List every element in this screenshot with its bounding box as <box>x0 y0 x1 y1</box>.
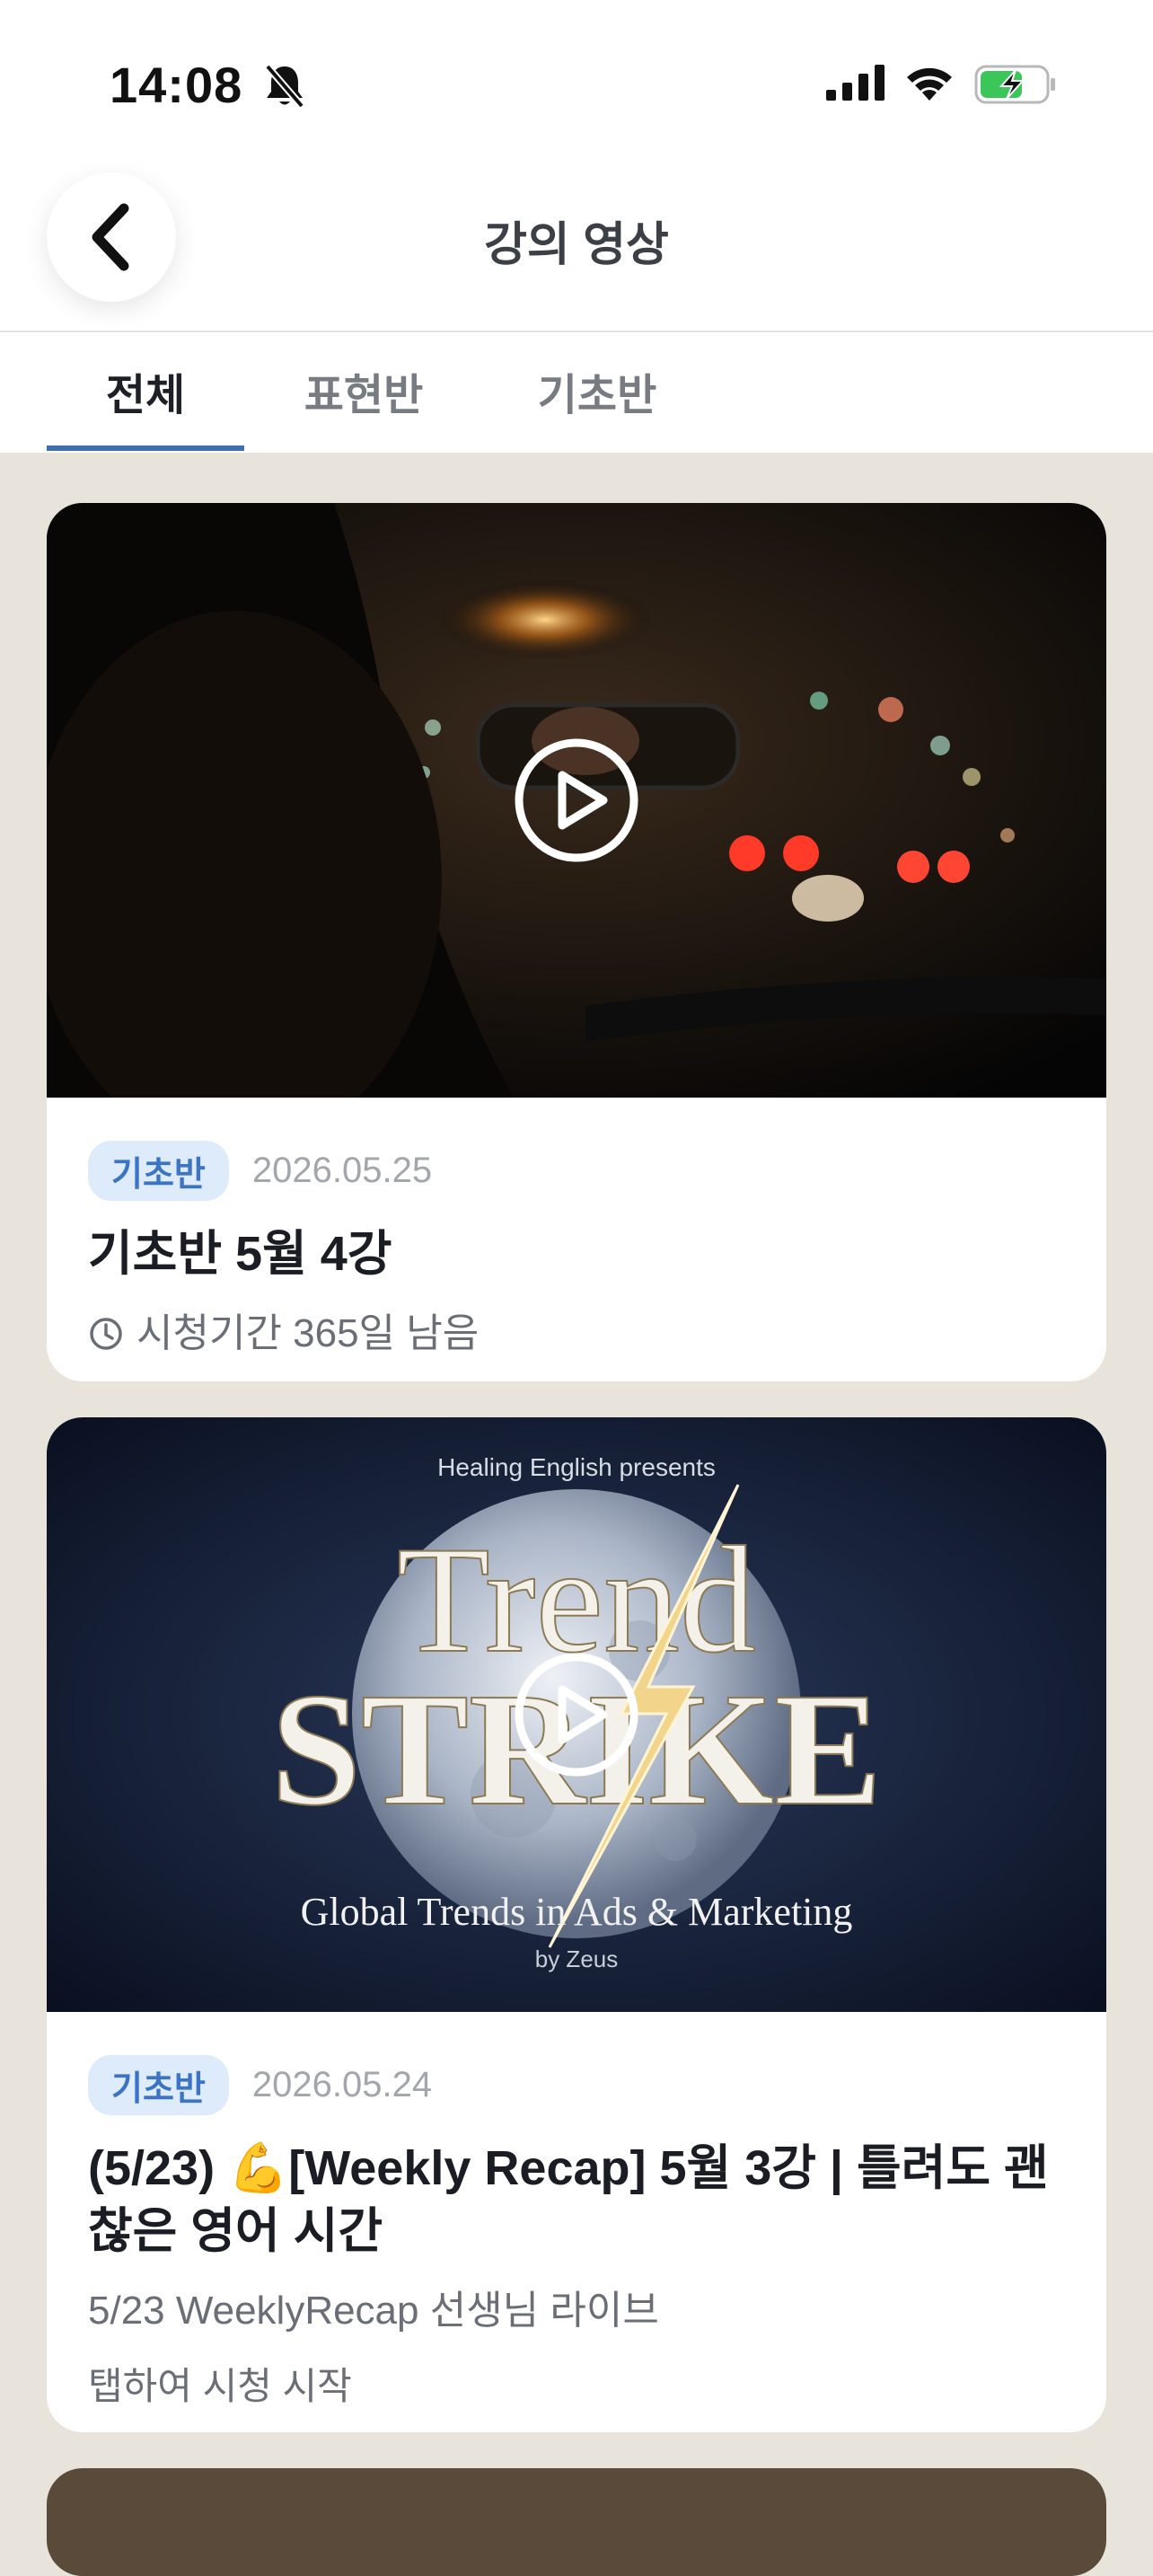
upload-date: 2026.05.24 <box>251 2065 433 2104</box>
poster-presents-text: Healing English presents <box>437 1453 716 1481</box>
tab-expression-class[interactable]: 표현반 <box>278 359 449 453</box>
category-tabs: 전체 표현반 기초반 <box>0 332 1153 453</box>
video-title: 기초반 5월 4강 <box>88 1227 392 1281</box>
poster-tagline: Global Trends in Ads & Marketing <box>301 1890 853 1934</box>
battery-charging-icon <box>974 65 1055 104</box>
video-card[interactable] <box>47 2468 1106 2576</box>
tap-to-play-hint: 탭하여 시청 시작 <box>88 2365 352 2407</box>
video-title: (5/23) 💪[Weekly Recap] 5월 3강 | 틀려도 괜찮은 영… <box>88 2141 1049 2258</box>
navigation-bar: 강의 영상 <box>0 135 1153 332</box>
play-icon[interactable] <box>512 736 641 865</box>
class-badge: 기초반 <box>88 2055 229 2115</box>
page-title: 강의 영상 <box>484 219 669 271</box>
play-icon[interactable] <box>512 1650 641 1779</box>
card-details: 기초반 2026.05.25 기초반 5월 4강 시청기간 365일 남음 <box>47 1141 1106 1361</box>
clock-icon <box>90 1318 122 1350</box>
video-thumbnail[interactable]: Healing English presents Trend STRIKE Gl… <box>47 1417 1106 2012</box>
tab-all[interactable]: 전체 <box>47 359 244 453</box>
video-thumbnail[interactable] <box>47 503 1106 1098</box>
card-details: 기초반 2026.05.24 (5/23) 💪[Weekly Recap] 5월… <box>47 2055 1106 2411</box>
wifi-icon <box>907 67 952 101</box>
viewing-period-text: 시청기간 365일 남음 <box>136 1311 480 1355</box>
status-time: 14:08 <box>110 57 243 113</box>
tab-basic-class[interactable]: 기초반 <box>512 359 682 453</box>
active-tab-indicator <box>47 446 244 451</box>
bell-muted-icon <box>264 64 305 109</box>
upload-date: 2026.05.25 <box>251 1151 433 1190</box>
video-subtitle: 5/23 WeeklyRecap 선생님 라이브 <box>88 2289 659 2333</box>
poster-byline: by Zeus <box>535 1945 619 1972</box>
video-card[interactable]: 기초반 2026.05.25 기초반 5월 4강 시청기간 365일 남음 <box>47 503 1106 1381</box>
video-card[interactable]: Healing English presents Trend STRIKE Gl… <box>47 1417 1106 2432</box>
class-badge: 기초반 <box>88 1141 229 1201</box>
viewing-period-row: 시청기간 365일 남음 <box>88 1307 1065 1361</box>
cellular-signal-icon <box>826 65 885 101</box>
